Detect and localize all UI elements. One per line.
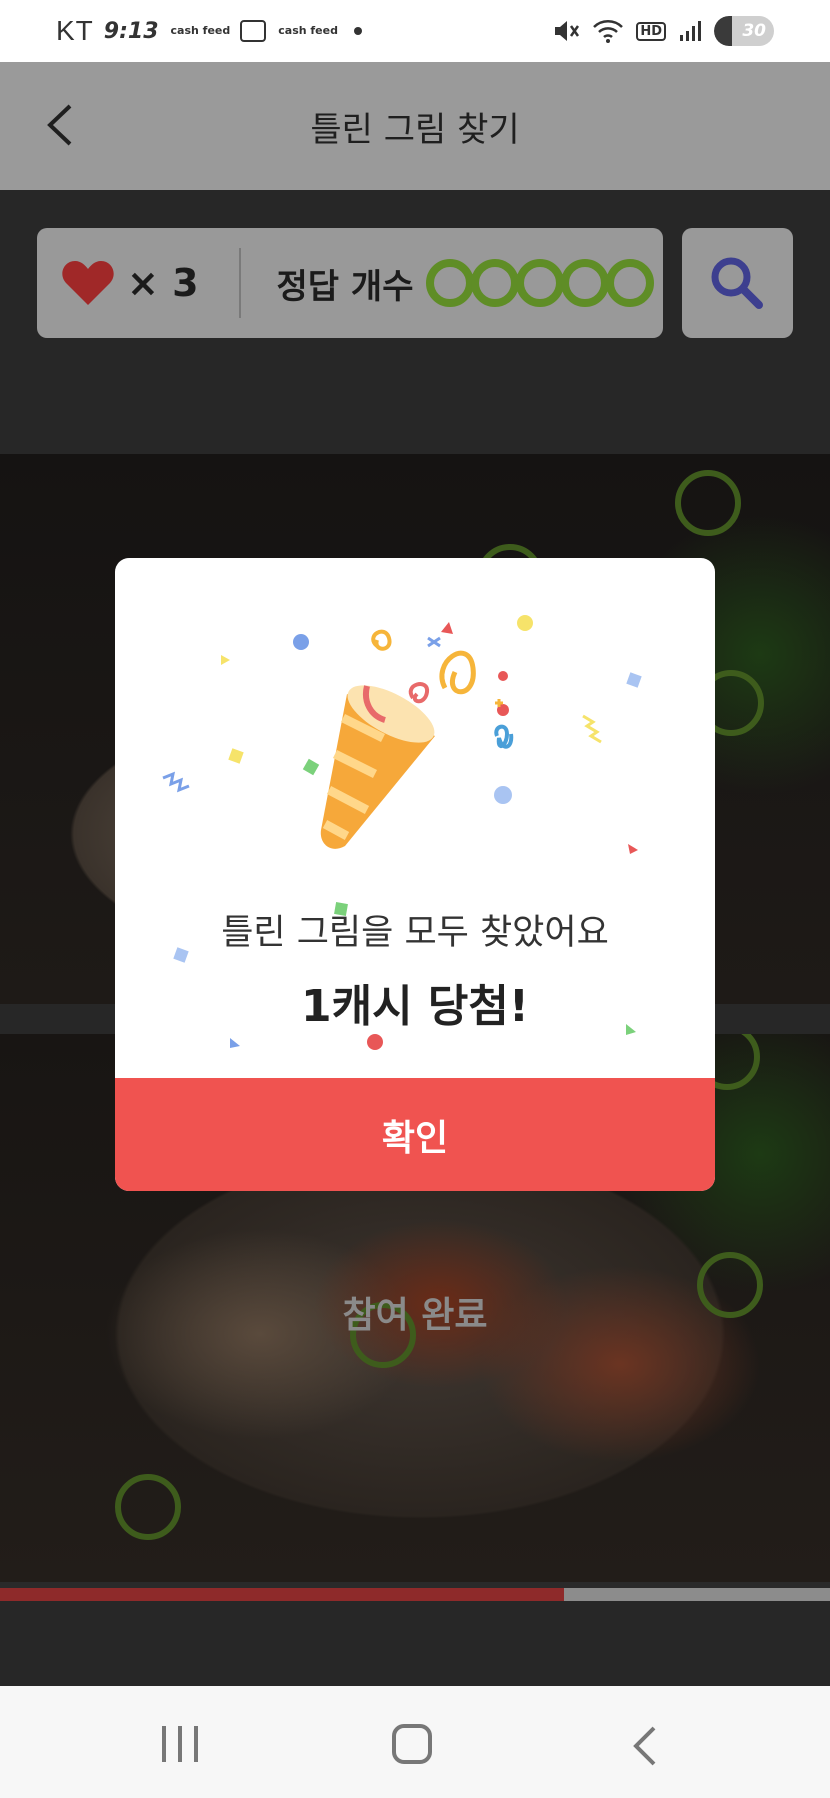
app-header: 틀린 그림 찾기 [0, 62, 830, 190]
found-marker [675, 470, 741, 536]
carrier-label: KT [56, 15, 94, 46]
bottom-area [0, 1601, 830, 1686]
score-panel: × 3 정답 개수 [37, 228, 663, 338]
answer-ring [426, 259, 475, 307]
completion-message: 틀린 그림을 모두 찾았어요 [221, 913, 609, 953]
back-icon[interactable] [630, 1724, 660, 1768]
answer-rings [426, 259, 655, 307]
page-title: 틀린 그림 찾기 [310, 110, 520, 150]
clock: 9:13 [103, 18, 159, 44]
battery-level: 30 [742, 21, 766, 41]
divider [238, 248, 241, 318]
reward-dialog: 틀린 그림을 모두 찾았어요 1캐시 당첨! 확인 [115, 558, 715, 1191]
more-notifications-icon [353, 27, 362, 35]
hint-search-button[interactable] [682, 228, 793, 338]
battery-icon: 30 [714, 16, 774, 46]
prize-text: 1캐시 당첨! [301, 981, 529, 1032]
time-progress-fill [0, 1588, 565, 1601]
found-marker [115, 1474, 181, 1540]
confirm-button[interactable]: 확인 [115, 1078, 715, 1191]
mute-icon [555, 21, 580, 41]
score-area: × 3 정답 개수 [0, 190, 830, 454]
lives-count: × 3 [127, 261, 199, 305]
signal-icon [680, 21, 701, 41]
system-nav-bar [0, 1686, 830, 1798]
answer-ring [561, 259, 610, 307]
answer-ring [471, 259, 520, 307]
hd-voice-icon: HD [636, 21, 666, 41]
status-bar: KT 9:13 cash feed cash feed HD 30 [0, 0, 830, 62]
participation-complete-label: 참여 완료 [342, 1295, 488, 1336]
time-progress-bar [0, 1588, 830, 1601]
home-icon[interactable] [392, 1724, 432, 1764]
cashfeed-notification-icon: cash feed [170, 24, 231, 37]
answer-ring [516, 259, 565, 307]
cashfeed-notification-icon-2: cash feed [278, 24, 338, 37]
gallery-notification-icon [240, 20, 267, 42]
search-icon [711, 257, 763, 309]
recent-apps-icon[interactable] [162, 1726, 198, 1762]
answer-count-label: 정답 개수 [276, 266, 414, 307]
heart-icon [62, 261, 114, 305]
battery-fill [714, 16, 732, 46]
wifi-icon [593, 20, 624, 43]
answer-ring [606, 259, 655, 307]
